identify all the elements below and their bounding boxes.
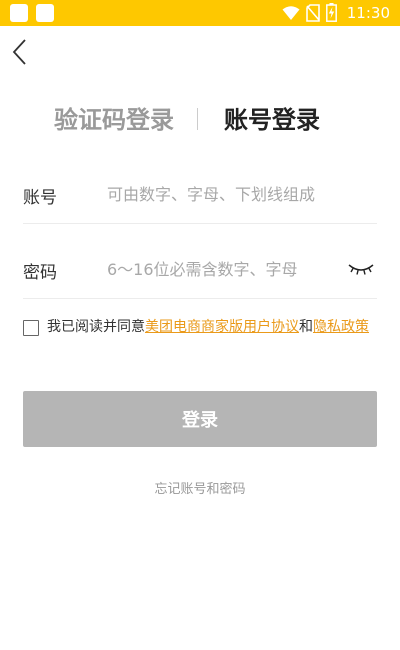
- login-tabs: 验证码登录 账号登录: [0, 100, 400, 140]
- password-input[interactable]: [107, 255, 347, 283]
- battery-charging-icon: [325, 3, 337, 22]
- wifi-icon: [282, 5, 300, 20]
- notification-icon: [10, 4, 28, 22]
- notification-icons: [10, 4, 54, 22]
- user-agreement-link[interactable]: 美团电商商家版用户协议: [145, 319, 299, 335]
- password-field: 密码: [23, 241, 377, 299]
- account-field: 账号: [23, 166, 377, 224]
- agreement-checkbox[interactable]: [23, 320, 39, 336]
- no-sim-icon: [305, 3, 320, 22]
- password-label: 密码: [23, 263, 57, 283]
- eye-closed-icon[interactable]: [347, 261, 375, 277]
- forgot-account-password-link[interactable]: 忘记账号和密码: [0, 478, 400, 497]
- tab-account-login[interactable]: 账号登录: [224, 100, 320, 135]
- privacy-policy-link[interactable]: 隐私政策: [313, 319, 369, 335]
- agreement-prefix: 我已阅读并同意: [47, 319, 145, 335]
- chevron-left-icon: [12, 39, 26, 65]
- status-bar: 11:30: [0, 0, 400, 26]
- agreement-text: 我已阅读并同意美团电商商家版用户协议和隐私政策: [47, 318, 400, 337]
- account-label: 账号: [23, 188, 57, 208]
- back-button[interactable]: [8, 36, 32, 68]
- clock: 11:30: [346, 3, 390, 22]
- tab-divider: [197, 108, 198, 130]
- notification-icon: [36, 4, 54, 22]
- login-button[interactable]: 登录: [23, 391, 377, 447]
- system-icons: 11:30: [282, 3, 390, 22]
- tab-sms-login[interactable]: 验证码登录: [54, 100, 174, 135]
- agreement-joiner: 和: [299, 319, 313, 335]
- account-input[interactable]: [107, 180, 347, 208]
